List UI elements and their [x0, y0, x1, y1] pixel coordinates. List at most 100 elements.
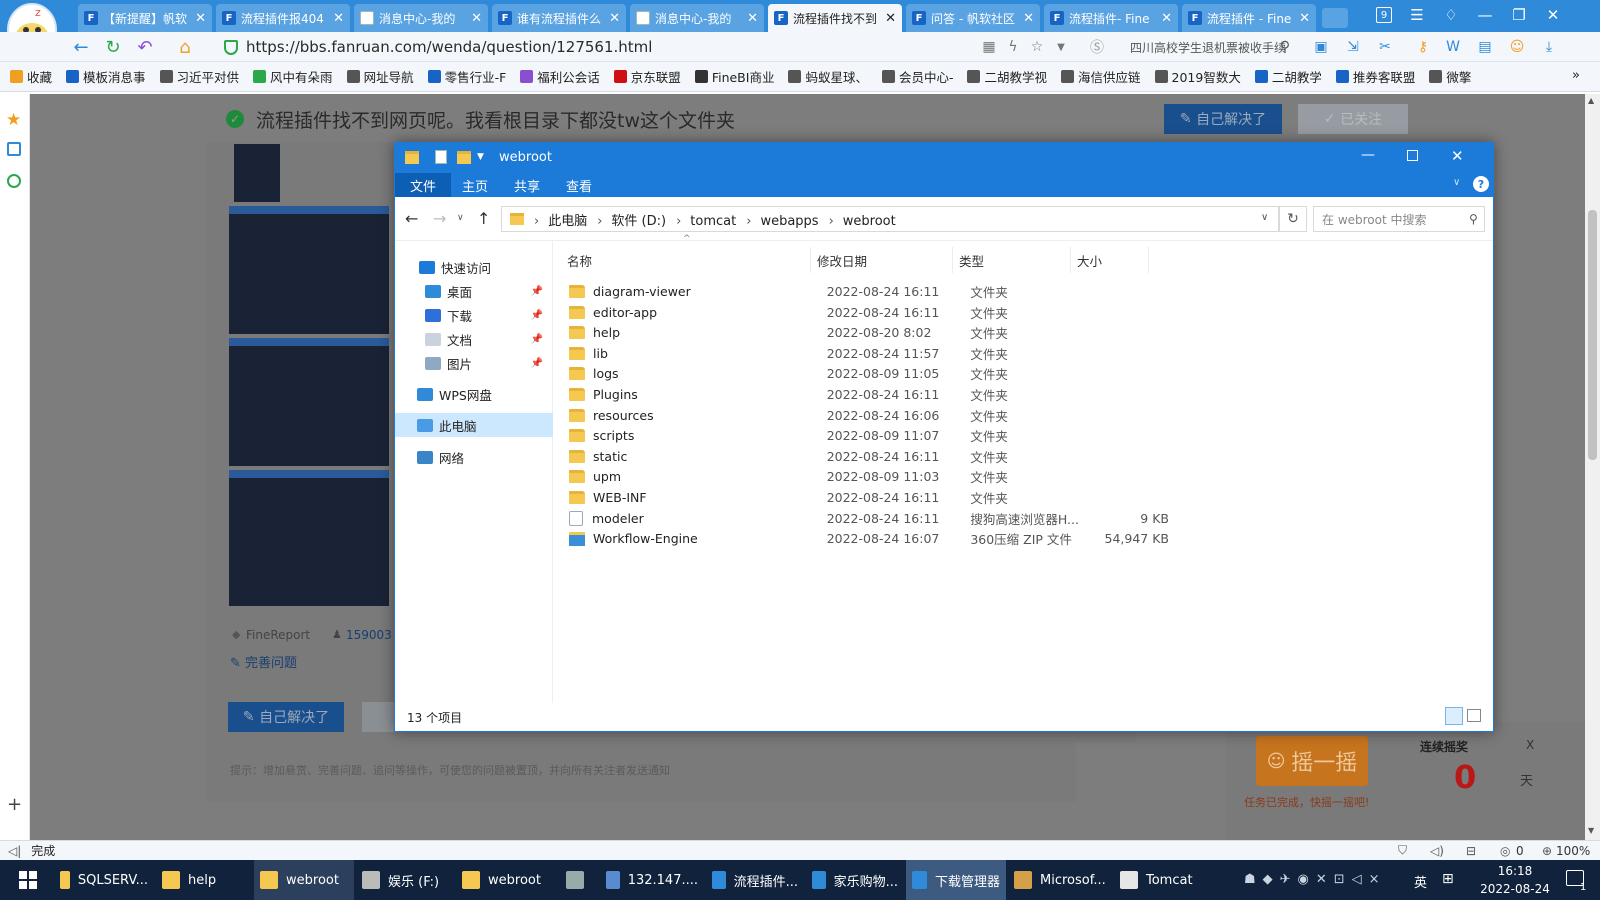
- clock-time[interactable]: 16:18: [1484, 864, 1546, 878]
- breadcrumb-item[interactable]: tomcat: [690, 214, 736, 229]
- browser-tab[interactable]: F 问答 - 帆软社区 ✕: [906, 4, 1040, 32]
- bookmark-item[interactable]: 2019智数大: [1154, 67, 1241, 86]
- clock-date[interactable]: 2022-08-24: [1472, 882, 1558, 896]
- zoom-level[interactable]: 100%: [1556, 844, 1590, 858]
- taskbar-app[interactable]: 家乐购物...: [806, 860, 904, 900]
- download-icon[interactable]: ⤓: [1540, 38, 1558, 56]
- attachment-image-3[interactable]: [229, 338, 389, 466]
- user-id[interactable]: 159003: [346, 628, 392, 642]
- bookmark-item[interactable]: 微擎: [1429, 67, 1471, 86]
- close-window-button[interactable]: ✕: [1536, 0, 1570, 30]
- bookmark-item[interactable]: 网址导航: [346, 67, 414, 86]
- dropdown-icon[interactable]: ▼: [1052, 38, 1070, 56]
- bookmark-item[interactable]: 海信供应链: [1061, 67, 1141, 86]
- nav-item[interactable]: 下载 📌: [395, 303, 553, 327]
- file-row[interactable]: modeler 2022-08-24 16:11 搜狗高速浏览器H... 9 KB: [569, 508, 1169, 529]
- column-header-name[interactable]: 名称: [561, 247, 811, 273]
- chevron-right-icon[interactable]: ›: [829, 214, 834, 229]
- bookmark-item[interactable]: 收藏: [10, 67, 52, 86]
- tray-icons[interactable]: ☗◆✈◉✕⊡◁×: [1244, 872, 1387, 887]
- improve-question-link[interactable]: ✎ 完善问题: [230, 652, 297, 671]
- taskbar-app[interactable]: Microsof...: [1008, 860, 1112, 900]
- browser-tab[interactable]: F 流程插件 - Fine ✕: [1182, 4, 1316, 32]
- follow-button[interactable]: ✓ 已关注: [1298, 104, 1408, 134]
- quick-access-dropdown-icon[interactable]: ▼: [477, 152, 484, 162]
- lottery-close-button[interactable]: X: [1526, 738, 1534, 752]
- pin-icon[interactable]: 📌: [531, 286, 543, 297]
- page-scrollbar[interactable]: ▲ ▼: [1585, 94, 1600, 840]
- back-icon[interactable]: ←: [70, 36, 92, 58]
- tab-close-icon[interactable]: ✕: [333, 11, 344, 26]
- details-view-icon[interactable]: [1445, 707, 1463, 725]
- taskbar-app[interactable]: help: [156, 860, 252, 900]
- explorer-search-icon[interactable]: ⚲: [1469, 212, 1478, 226]
- bookmark-item[interactable]: 福利公会话: [520, 67, 600, 86]
- tab-close-icon[interactable]: ✕: [609, 11, 620, 26]
- browser-tab[interactable]: 消息中心-我的 ✕: [354, 4, 488, 32]
- tab-close-icon[interactable]: ✕: [195, 11, 206, 26]
- ad-block-icon[interactable]: ◎: [1500, 844, 1510, 858]
- file-row[interactable]: WEB-INF 2022-08-24 16:11 文件夹: [569, 487, 1169, 508]
- breadcrumb[interactable]: › 此电脑 › 软件 (D:) › tomcat › webapps › webroot: [501, 206, 1279, 232]
- breadcrumb-item[interactable]: webroot: [843, 214, 896, 229]
- restore-button[interactable]: ❐: [1502, 0, 1536, 30]
- explorer-minimize-button[interactable]: —: [1361, 147, 1375, 163]
- panel-toggle-icon[interactable]: ◁|: [8, 844, 21, 858]
- bookmark-item[interactable]: 习近平对供: [159, 67, 239, 86]
- folder-icon[interactable]: ▤: [1476, 38, 1494, 56]
- shield-status-icon[interactable]: ⛉: [1398, 843, 1407, 858]
- history-clock-icon[interactable]: [7, 174, 21, 188]
- nav-item[interactable]: 快速访问: [395, 255, 553, 279]
- scissors-icon[interactable]: ✂: [1376, 38, 1394, 56]
- taskbar-app[interactable]: 娱乐 (F:): [356, 860, 454, 900]
- explorer-maximize-button[interactable]: [1407, 150, 1418, 161]
- browser-tab[interactable]: F 流程插件找不到 ✕: [768, 4, 902, 32]
- explorer-title-bar[interactable]: ▼ webroot — ✕: [395, 143, 1493, 173]
- attachment-image-1[interactable]: [234, 144, 280, 202]
- column-header-size[interactable]: 大小: [1071, 247, 1149, 273]
- taskbar-app[interactable]: [560, 860, 598, 900]
- bookmark-item[interactable]: 推券客联盟: [1335, 67, 1415, 86]
- ribbon-expand-icon[interactable]: ∨: [1453, 177, 1460, 188]
- taskbar-app[interactable]: Tomcat: [1114, 860, 1204, 900]
- file-row[interactable]: diagram-viewer 2022-08-24 16:11 文件夹: [569, 281, 1169, 302]
- bookmark-item[interactable]: 会员中心-: [881, 67, 953, 86]
- zoom-icon[interactable]: ⊕: [1542, 844, 1552, 858]
- reading-icon[interactable]: [7, 142, 21, 156]
- tab-list-badge[interactable]: 9: [1376, 7, 1392, 23]
- bookmark-item[interactable]: 蚂蚁星球、: [788, 67, 868, 86]
- file-row[interactable]: editor-app 2022-08-24 16:11 文件夹: [569, 302, 1169, 323]
- grid-icon[interactable]: ▦: [980, 38, 998, 56]
- file-row[interactable]: logs 2022-08-09 11:05 文件夹: [569, 363, 1169, 384]
- tab-close-icon[interactable]: ✕: [747, 11, 758, 26]
- browser-tab[interactable]: F 流程插件- Fine ✕: [1044, 4, 1178, 32]
- file-row[interactable]: Plugins 2022-08-24 16:11 文件夹: [569, 384, 1169, 405]
- pin-icon[interactable]: 📌: [531, 334, 543, 345]
- bookmark-item[interactable]: 零售行业-F: [427, 67, 506, 86]
- bookmark-item[interactable]: 二胡教学视: [967, 67, 1047, 86]
- tab-close-icon[interactable]: ✕: [1299, 11, 1310, 26]
- file-row[interactable]: static 2022-08-24 16:11 文件夹: [569, 446, 1169, 467]
- wps-icon[interactable]: W: [1444, 38, 1462, 56]
- file-row[interactable]: upm 2022-08-09 11:03 文件夹: [569, 466, 1169, 487]
- explorer-forward-icon[interactable]: →: [433, 209, 446, 228]
- menu-icon[interactable]: ☰: [1400, 0, 1434, 30]
- home-icon[interactable]: ⌂: [174, 36, 196, 58]
- chevron-right-icon[interactable]: ›: [534, 214, 539, 229]
- attachment-image-4[interactable]: [229, 470, 389, 606]
- skin-icon[interactable]: ♢: [1434, 0, 1468, 30]
- key-icon[interactable]: ⚷: [1414, 38, 1432, 56]
- browser-tab[interactable]: 消息中心-我的 ✕: [630, 4, 764, 32]
- search-icon[interactable]: ⚲: [1276, 38, 1294, 56]
- sound-icon[interactable]: ◁): [1430, 844, 1444, 858]
- more-bookmarks-icon[interactable]: »: [1572, 68, 1580, 83]
- new-folder-icon[interactable]: [457, 151, 471, 164]
- tab-close-icon[interactable]: ✕: [1023, 11, 1034, 26]
- recent-locations-icon[interactable]: ∨: [457, 213, 464, 223]
- ime-indicator[interactable]: 英: [1414, 872, 1427, 891]
- solved-button[interactable]: ✎ 自己解决了: [1164, 104, 1282, 134]
- translate-icon[interactable]: ▣: [1312, 38, 1330, 56]
- breadcrumb-item[interactable]: 此电脑: [548, 214, 587, 229]
- ribbon-tab[interactable]: 主页: [447, 173, 503, 197]
- explorer-close-button[interactable]: ✕: [1451, 147, 1464, 165]
